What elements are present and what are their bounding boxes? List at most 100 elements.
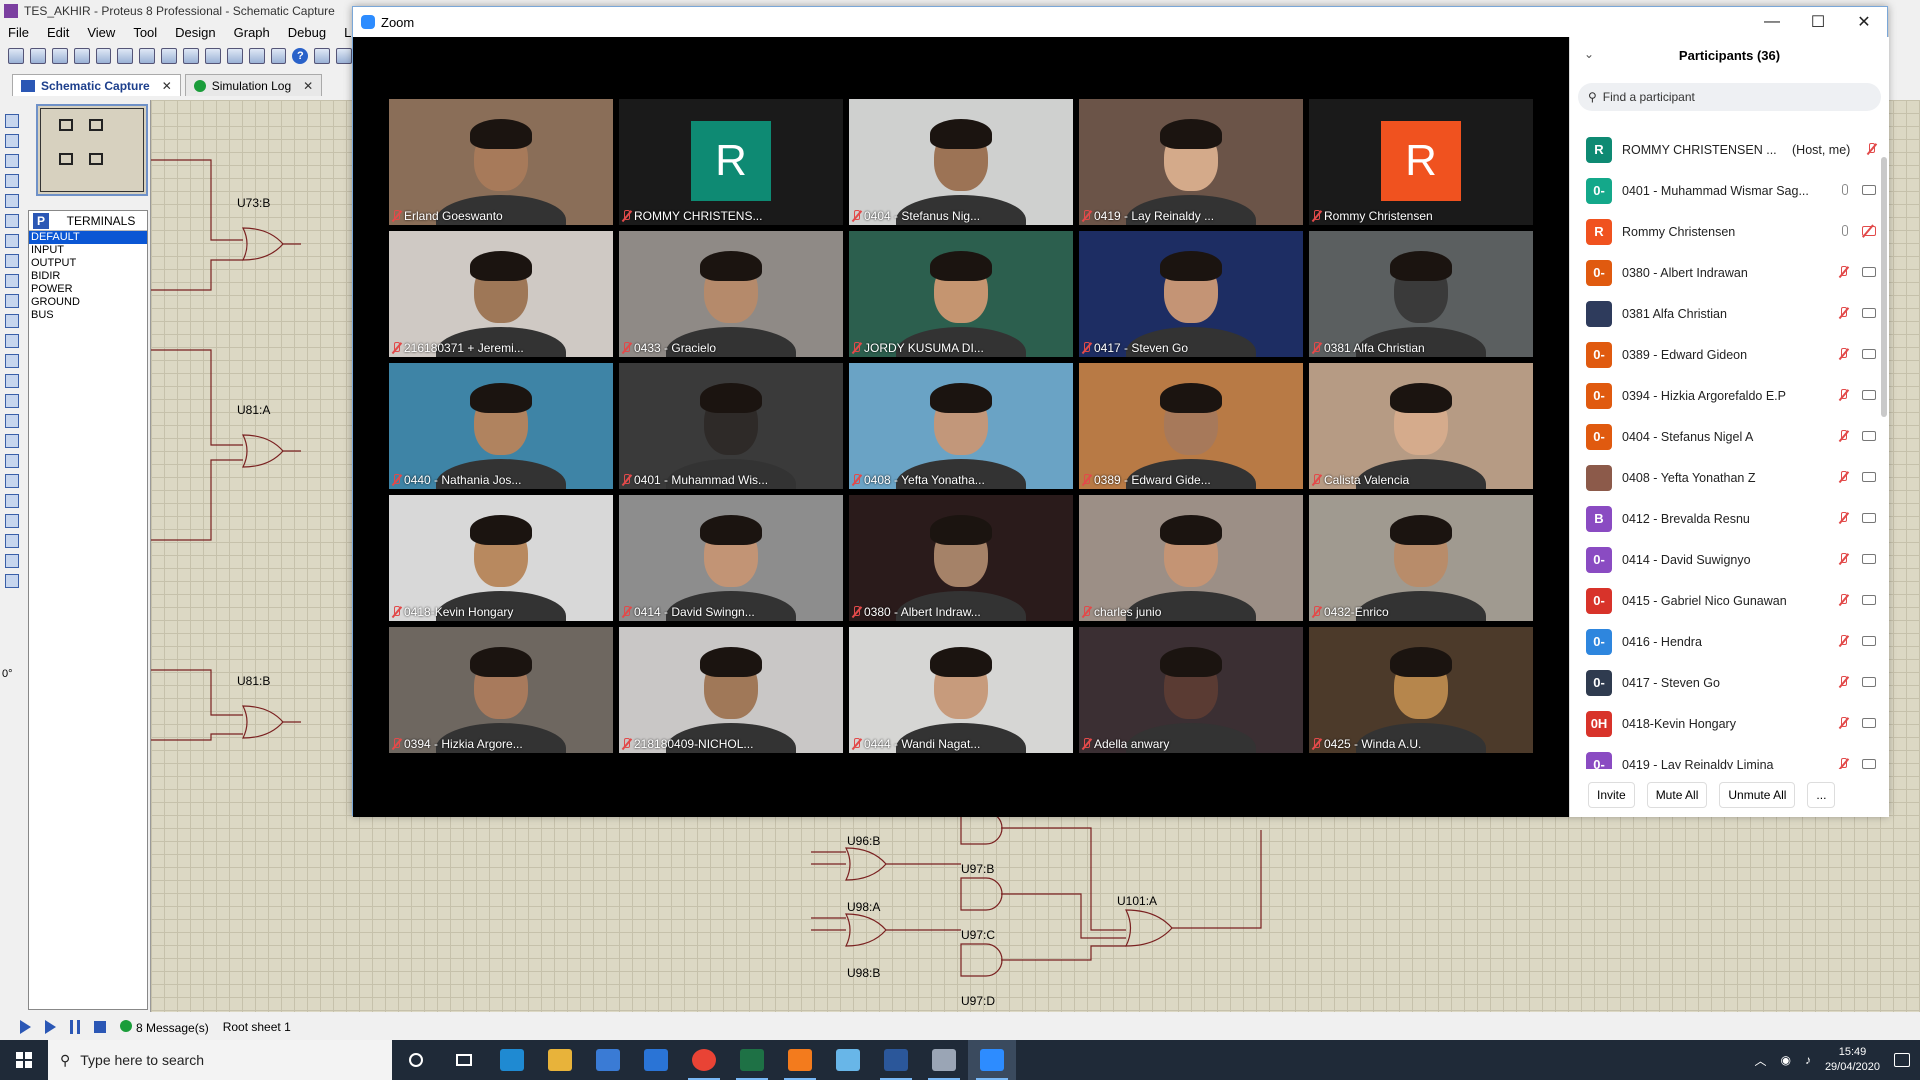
marker-icon[interactable] — [5, 534, 19, 548]
menu-edit[interactable]: Edit — [47, 25, 69, 40]
video-tile[interactable]: R ROMMY CHRISTENS... — [619, 99, 843, 225]
participant-row[interactable]: 0- 0394 - Hizkia Argorefaldo E.P — [1570, 375, 1882, 416]
snipping-icon[interactable] — [920, 1040, 968, 1080]
text-icon[interactable] — [5, 494, 19, 508]
participant-row[interactable]: 0- 0401 - Muhammad Wismar Sag... — [1570, 170, 1882, 211]
refresh-icon[interactable] — [314, 48, 331, 64]
pcb-icon[interactable] — [139, 48, 156, 64]
bom-icon[interactable] — [204, 48, 221, 64]
rotate-ccw-icon[interactable] — [5, 574, 19, 588]
video-tile[interactable]: 0440 - Nathania Jos... — [389, 363, 613, 489]
home-icon[interactable] — [95, 48, 112, 64]
minimize-button[interactable]: — — [1749, 7, 1795, 37]
video-tile[interactable]: 216180371 + Jeremi... — [389, 231, 613, 357]
video-tile[interactable]: 0408 - Yefta Yonatha... — [849, 363, 1073, 489]
generator-icon[interactable] — [5, 334, 19, 348]
terminal-item[interactable]: GROUND — [29, 296, 147, 309]
rotate-cw-icon[interactable] — [5, 554, 19, 568]
instrument-icon[interactable] — [5, 374, 19, 388]
tab-simulation-log[interactable]: Simulation Log ✕ — [184, 74, 323, 96]
word-icon[interactable] — [872, 1040, 920, 1080]
menu-design[interactable]: Design — [175, 25, 215, 40]
video-tile[interactable]: charles junio — [1079, 495, 1303, 621]
video-tile[interactable]: 0414 - David Swingn... — [619, 495, 843, 621]
video-tile[interactable]: 0389 - Edward Gide... — [1079, 363, 1303, 489]
invite-button[interactable]: Invite — [1588, 782, 1635, 808]
taskbar-search-box[interactable]: ⚲ Type here to search — [48, 1040, 392, 1080]
terminal-item[interactable]: BUS — [29, 309, 147, 322]
pick-devices-button[interactable]: P — [33, 212, 49, 229]
participant-search-input[interactable]: ⚲ Find a participant — [1578, 83, 1881, 111]
video-tile[interactable]: 0432-Enrico — [1309, 495, 1533, 621]
grid-icon[interactable] — [336, 48, 352, 64]
volume-icon[interactable]: ♪ — [1805, 1053, 1811, 1067]
graph-icon[interactable] — [5, 294, 19, 308]
participant-row[interactable]: 0- 0419 - Lay Reinaldy Limina — [1570, 744, 1882, 769]
terminal-item[interactable]: INPUT — [29, 244, 147, 257]
video-tile[interactable]: JORDY KUSUMA DI... — [849, 231, 1073, 357]
chevron-down-icon[interactable]: ⌄ — [1584, 47, 1594, 61]
3d-icon[interactable] — [161, 48, 177, 64]
play-icon[interactable] — [20, 1020, 31, 1034]
participant-row[interactable]: R Rommy Christensen — [1570, 211, 1882, 252]
store-icon[interactable] — [584, 1040, 632, 1080]
menu-view[interactable]: View — [87, 25, 115, 40]
notes-icon[interactable] — [824, 1040, 872, 1080]
probe-icon[interactable] — [5, 354, 19, 368]
edge-icon[interactable] — [488, 1040, 536, 1080]
video-tile[interactable]: 218180409-NICHOL... — [619, 627, 843, 753]
mute-all-button[interactable]: Mute All — [1646, 782, 1708, 808]
participant-row[interactable]: 0- 0416 - Hendra — [1570, 621, 1882, 662]
bus-icon[interactable] — [5, 214, 19, 228]
video-tile[interactable]: Adella anwary — [1079, 627, 1303, 753]
terminal-item[interactable]: BIDIR — [29, 270, 147, 283]
participant-row[interactable]: B 0412 - Brevalda Resnu — [1570, 498, 1882, 539]
zoom-icon[interactable] — [968, 1040, 1016, 1080]
design-explorer-icon[interactable] — [248, 48, 265, 64]
chrome-icon[interactable] — [680, 1040, 728, 1080]
notification-icon[interactable] — [1894, 1053, 1910, 1067]
participant-row[interactable]: 0- 0404 - Stefanus Nigel A — [1570, 416, 1882, 457]
participant-row[interactable]: 0- 0389 - Edward Gideon — [1570, 334, 1882, 375]
video-tile[interactable]: 0404 - Stefanus Nig... — [849, 99, 1073, 225]
step-icon[interactable] — [45, 1020, 56, 1034]
participants-scrollbar[interactable] — [1881, 157, 1887, 417]
source-icon[interactable] — [226, 48, 243, 64]
participant-row[interactable]: 0- 0414 - David Suwignyo — [1570, 539, 1882, 580]
video-tile[interactable]: 0380 - Albert Indraw... — [849, 495, 1073, 621]
tape-icon[interactable] — [5, 314, 19, 328]
new-file-icon[interactable] — [8, 48, 24, 64]
video-tile[interactable]: 0425 - Winda A.U. — [1309, 627, 1533, 753]
video-tile[interactable]: 0444 - Wandi Nagat... — [849, 627, 1073, 753]
terminal-item[interactable]: OUTPUT — [29, 257, 147, 270]
xampp-icon[interactable] — [776, 1040, 824, 1080]
participant-row[interactable]: 0381 Alfa Christian — [1570, 293, 1882, 334]
rotation-angle[interactable]: 0° — [2, 668, 13, 680]
terminal-icon[interactable] — [5, 254, 19, 268]
stop-icon[interactable] — [94, 1021, 106, 1033]
terminal-item[interactable]: DEFAULT — [29, 231, 147, 244]
close-icon[interactable]: ✕ — [162, 79, 172, 93]
circle-icon[interactable] — [5, 434, 19, 448]
participant-row[interactable]: 0- 0417 - Steven Go — [1570, 662, 1882, 703]
file-explorer-icon[interactable] — [536, 1040, 584, 1080]
close-button[interactable]: ✕ — [1841, 7, 1887, 37]
more-button[interactable]: ... — [1807, 782, 1836, 808]
tab-schematic-capture[interactable]: Schematic Capture ✕ — [12, 74, 181, 96]
messages-indicator[interactable]: 8 Message(s) — [120, 1019, 209, 1035]
cortana-icon[interactable] — [392, 1040, 440, 1080]
video-tile[interactable]: 0418-Kevin Hongary — [389, 495, 613, 621]
pin-icon[interactable] — [5, 274, 19, 288]
junction-icon[interactable] — [5, 154, 19, 168]
schematic-icon[interactable] — [117, 48, 134, 64]
maximize-button[interactable]: ☐ — [1795, 7, 1841, 37]
network-icon[interactable]: ◉ — [1780, 1053, 1790, 1067]
excel-icon[interactable] — [728, 1040, 776, 1080]
participant-row[interactable]: 0- 0415 - Gabriel Nico Gunawan — [1570, 580, 1882, 621]
participant-row[interactable]: 0- 0380 - Albert Indrawan — [1570, 252, 1882, 293]
open-folder-icon[interactable] — [29, 48, 46, 64]
video-tile[interactable]: 0419 - Lay Reinaldy ... — [1079, 99, 1303, 225]
mail-icon[interactable] — [632, 1040, 680, 1080]
chip-icon[interactable] — [270, 48, 287, 64]
video-tile[interactable]: 0417 - Steven Go — [1079, 231, 1303, 357]
